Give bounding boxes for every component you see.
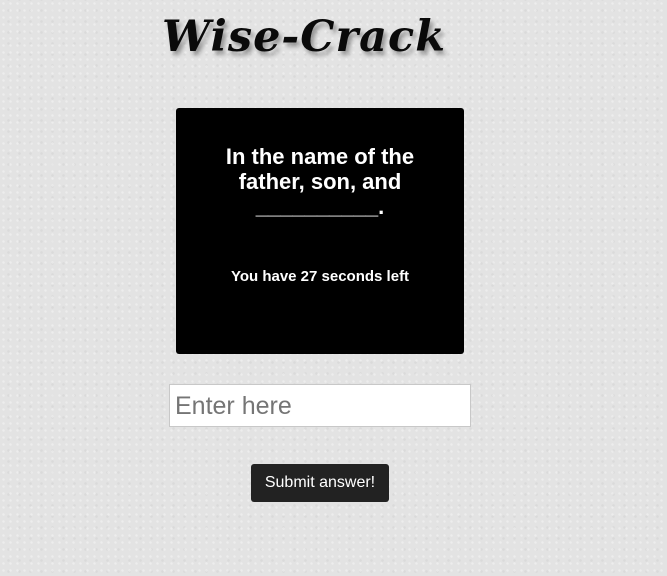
submit-answer-button[interactable]: Submit answer! bbox=[251, 464, 389, 502]
countdown-timer: You have 27 seconds left bbox=[230, 268, 410, 285]
answer-input[interactable] bbox=[169, 384, 471, 427]
question-card: In the name of the father, son, and ____… bbox=[176, 108, 464, 354]
question-prompt: In the name of the father, son, and ____… bbox=[225, 144, 415, 219]
app-logo: Wise-Crack bbox=[162, 12, 446, 62]
